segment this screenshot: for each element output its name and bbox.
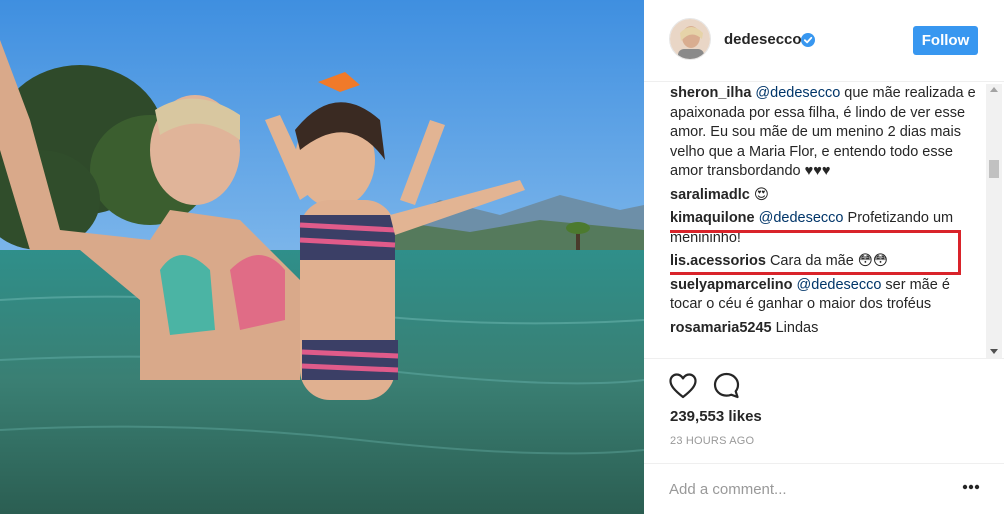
verified-badge-icon	[801, 33, 815, 47]
comment-username[interactable]: sheron_ilha	[670, 85, 751, 101]
comment-item: rosamaria5245 Lindas	[670, 319, 980, 339]
comments-scrollbar[interactable]	[986, 84, 1002, 358]
comment-icon[interactable]	[713, 372, 740, 399]
post-timestamp[interactable]: 23 HOURS AGO	[670, 435, 754, 447]
comment-mention[interactable]: @dedesecco	[797, 277, 882, 293]
comment-item: sheron_ilha @dedesecco que mãe realizada…	[670, 84, 980, 182]
scroll-down-arrow-icon[interactable]	[990, 349, 998, 354]
comment-username[interactable]: rosamaria5245	[670, 320, 772, 336]
avatar-image	[670, 19, 710, 59]
scrollbar-thumb[interactable]	[989, 160, 999, 178]
post-photo-illustration	[0, 0, 644, 514]
likes-count[interactable]: 239,553 likes	[670, 408, 762, 425]
comment-item-highlighted: kimaquilone @dedesecco Profetizando um m…	[670, 209, 980, 248]
comment-text: 😍	[749, 186, 769, 203]
comment-username[interactable]: saralimadlc	[670, 187, 750, 203]
post-actions: 239,553 likes 23 HOURS AGO	[644, 358, 1004, 514]
comment-username[interactable]: kimaquilone	[670, 210, 755, 226]
post-info-panel: dedesecco Follow sheron_ilha @dedesecco …	[644, 0, 1004, 514]
comment-item: saralimadlc 😍	[670, 186, 980, 206]
comment-item: suelyapmarcelino @dedesecco ser mãe é to…	[670, 276, 980, 315]
comment-text: Lindas	[771, 319, 819, 336]
comment-mention[interactable]: @dedesecco	[755, 85, 840, 101]
post-header: dedesecco Follow	[644, 0, 1004, 82]
follow-button[interactable]: Follow	[913, 26, 978, 55]
comments-list[interactable]: sheron_ilha @dedesecco que mãe realizada…	[670, 84, 980, 358]
add-comment-input[interactable]	[669, 478, 929, 500]
heart-icon[interactable]	[669, 373, 697, 399]
more-options-icon[interactable]	[962, 484, 980, 490]
comment-mention[interactable]: @dedesecco	[759, 210, 844, 226]
add-comment-bar	[644, 463, 1004, 514]
post-photo[interactable]	[0, 0, 644, 514]
comment-username[interactable]: suelyapmarcelino	[670, 277, 793, 293]
comment-item: lis.acessorios Cara da mãe 😳😳	[670, 252, 980, 272]
scroll-up-arrow-icon[interactable]	[990, 87, 998, 92]
comment-username[interactable]: lis.acessorios	[670, 253, 766, 269]
avatar[interactable]	[669, 18, 711, 60]
comment-text: Cara da mãe 😳😳	[765, 253, 889, 269]
post-author-username[interactable]: dedesecco	[724, 31, 802, 48]
